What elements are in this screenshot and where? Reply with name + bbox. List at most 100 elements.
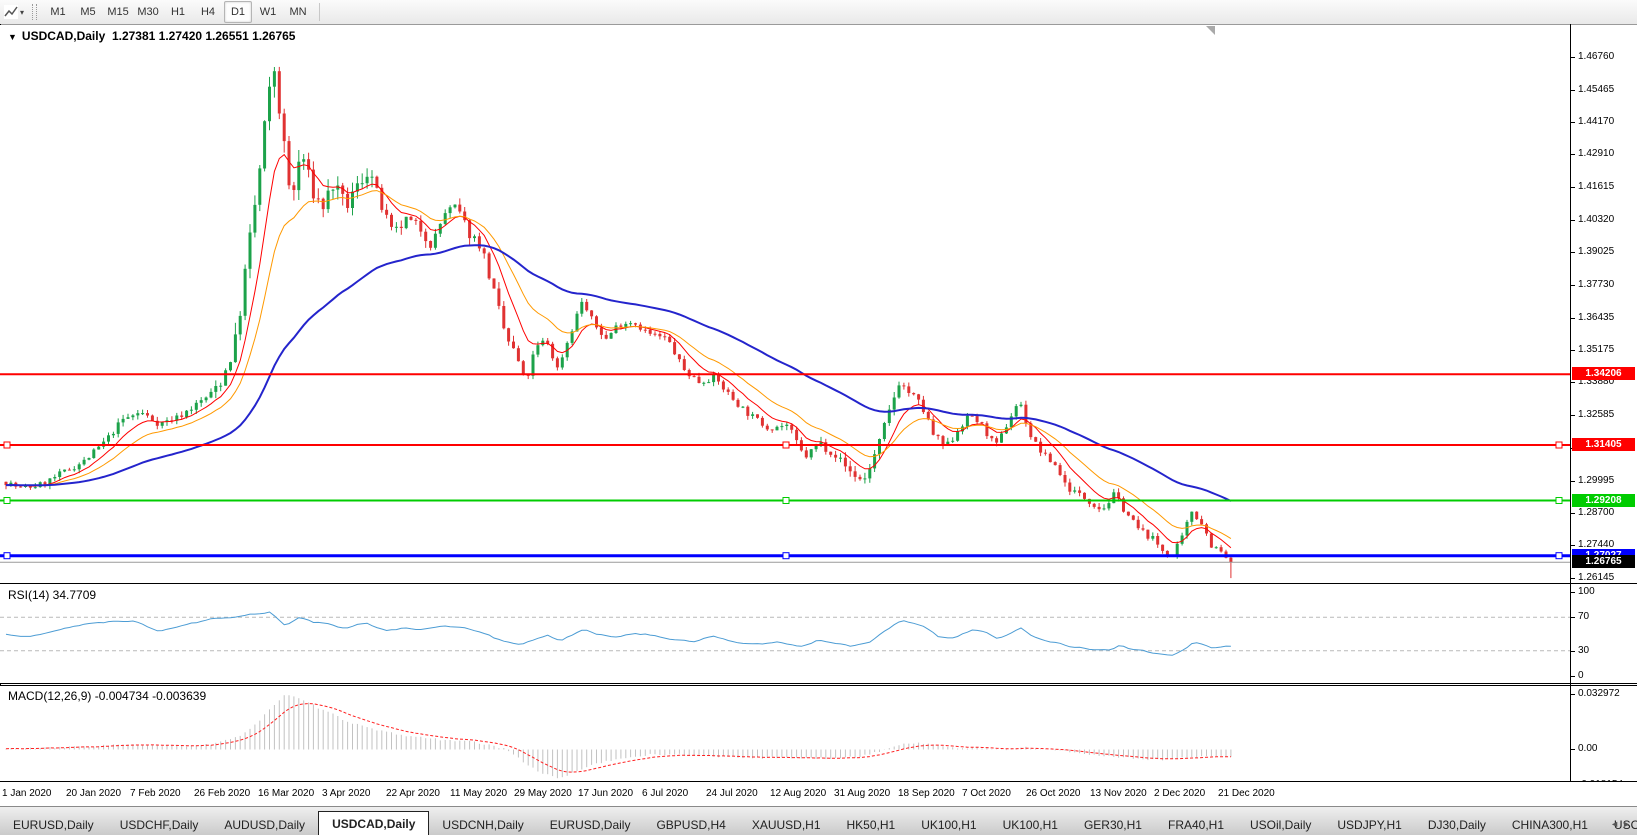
- tab-scroll-left-icon[interactable]: ◄: [1610, 819, 1622, 829]
- candle: [122, 415, 125, 427]
- date-label: 20 Jan 2020: [66, 788, 121, 799]
- chart-tab-china300-h1[interactable]: CHINA300,H1: [1499, 814, 1601, 835]
- chart-shift-marker[interactable]: [1206, 26, 1215, 35]
- price-tick: [1571, 350, 1575, 351]
- candle: [1107, 501, 1110, 511]
- candle: [473, 235, 476, 242]
- candle: [180, 411, 183, 419]
- candle: [907, 383, 910, 397]
- chart-tab-usdjpy-h1[interactable]: USDJPY,H1: [1324, 814, 1414, 835]
- chart-title: ▼USDCAD,Daily 1.27381 1.27420 1.26551 1.…: [8, 29, 295, 43]
- date-label: 17 Jun 2020: [578, 788, 633, 799]
- candle: [488, 252, 491, 280]
- timeframe-button-m1[interactable]: M1: [44, 1, 72, 23]
- price-tick-label: 1.46760: [1578, 51, 1614, 62]
- candle: [624, 322, 627, 331]
- timeframe-button-h1[interactable]: H1: [164, 1, 192, 23]
- price-tick: [1571, 285, 1575, 286]
- line-handle[interactable]: [1556, 442, 1562, 448]
- candle: [741, 406, 744, 408]
- chart-tab-xauusd-h1[interactable]: XAUUSD,H1: [739, 814, 834, 835]
- candle: [561, 354, 564, 369]
- line-handle[interactable]: [1556, 498, 1562, 504]
- candle: [507, 328, 510, 346]
- timeframe-button-m30[interactable]: M30: [134, 1, 162, 23]
- time-axis[interactable]: 1 Jan 202020 Jan 20207 Feb 202026 Feb 20…: [0, 782, 1637, 806]
- timeframe-button-m5[interactable]: M5: [74, 1, 102, 23]
- chart-tab-fra40-h1[interactable]: FRA40,H1: [1155, 814, 1237, 835]
- rsi-scale-0: 0: [1578, 670, 1584, 681]
- chart-tab-usdcnh-daily[interactable]: USDCNH,Daily: [429, 814, 536, 835]
- macd-canvas[interactable]: [0, 686, 1570, 781]
- date-label: 3 Apr 2020: [322, 788, 370, 799]
- line-handle[interactable]: [1556, 553, 1562, 559]
- candle: [1000, 431, 1003, 443]
- chart-tab-dj30-daily[interactable]: DJ30,Daily: [1415, 814, 1499, 835]
- tab-scroll-right-icon[interactable]: ►: [1622, 819, 1634, 829]
- price-tick: [1571, 154, 1575, 155]
- line-handle[interactable]: [783, 553, 789, 559]
- line-tool-button[interactable]: ▾: [0, 0, 28, 24]
- chart-tab-eurusd-daily[interactable]: EURUSD,Daily: [537, 814, 644, 835]
- candle: [463, 207, 466, 222]
- toolbar-drag-handle[interactable]: [32, 4, 37, 20]
- price-tick: [1571, 220, 1575, 221]
- candle: [932, 416, 935, 436]
- date-label: 6 Jul 2020: [642, 788, 688, 799]
- candle: [849, 461, 852, 477]
- collapse-arrow-icon[interactable]: ▼: [8, 32, 17, 42]
- chart-tab-hk50-h1[interactable]: HK50,H1: [834, 814, 909, 835]
- line-handle[interactable]: [4, 442, 10, 448]
- fast-ma: [6, 155, 1231, 548]
- date-label: 18 Sep 2020: [898, 788, 955, 799]
- candle: [493, 278, 496, 289]
- rsi-canvas[interactable]: [0, 584, 1570, 683]
- macd-label: MACD(12,26,9) -0.004734 -0.003639: [8, 689, 206, 703]
- line-handle[interactable]: [4, 553, 10, 559]
- candle: [766, 424, 769, 431]
- candle: [312, 161, 315, 203]
- chevron-down-icon[interactable]: ▾: [20, 8, 24, 17]
- candle: [678, 354, 681, 362]
- chart-tab-audusd-daily[interactable]: AUDUSD,Daily: [211, 814, 318, 835]
- line-handle[interactable]: [783, 498, 789, 504]
- candle: [410, 216, 413, 221]
- line-handle[interactable]: [4, 498, 10, 504]
- candle: [322, 198, 325, 218]
- date-label: 22 Apr 2020: [386, 788, 440, 799]
- chart-tab-usdcad-daily[interactable]: USDCAD,Daily: [318, 811, 429, 835]
- chart-tab-uk100-h1[interactable]: UK100,H1: [908, 814, 989, 835]
- timeframe-button-h4[interactable]: H4: [194, 1, 222, 23]
- candle: [873, 450, 876, 472]
- timeframe-button-mn[interactable]: MN: [284, 1, 312, 23]
- ohlc-values: 1.27381 1.27420 1.26551 1.26765: [112, 29, 296, 43]
- candle: [83, 457, 86, 466]
- candle: [1181, 533, 1184, 546]
- candle: [776, 426, 779, 431]
- timeframe-toolbar: ▾ M1M5M15M30H1H4D1W1MN: [0, 0, 1637, 24]
- price-tick: [1571, 187, 1575, 188]
- candle: [146, 410, 149, 418]
- date-label: 13 Nov 2020: [1090, 788, 1147, 799]
- price-chart-canvas[interactable]: [0, 25, 1570, 583]
- chart-tab-ger30-h1[interactable]: GER30,H1: [1071, 814, 1155, 835]
- candle: [278, 67, 281, 119]
- timeframe-button-m15[interactable]: M15: [104, 1, 132, 23]
- chart-tab-usdchf-daily[interactable]: USDCHF,Daily: [107, 814, 212, 835]
- candle: [258, 165, 261, 211]
- candle: [1195, 511, 1198, 520]
- timeframe-button-w1[interactable]: W1: [254, 1, 282, 23]
- line-handle[interactable]: [783, 442, 789, 448]
- candle: [868, 464, 871, 483]
- candle: [102, 438, 105, 449]
- price-tick-label: 1.35175: [1578, 344, 1614, 355]
- chart-tab-gbpusd-h4[interactable]: GBPUSD,H4: [643, 814, 738, 835]
- candle: [898, 382, 901, 399]
- candle: [161, 422, 164, 429]
- timeframe-button-d1[interactable]: D1: [224, 1, 252, 23]
- candle: [497, 282, 500, 309]
- chart-tab-usoil-daily[interactable]: USOil,Daily: [1237, 814, 1324, 835]
- chart-tab-eurusd-daily[interactable]: EURUSD,Daily: [0, 814, 107, 835]
- chart-tab-uk100-h1[interactable]: UK100,H1: [990, 814, 1071, 835]
- rsi-bottom-separator[interactable]: [0, 683, 1637, 684]
